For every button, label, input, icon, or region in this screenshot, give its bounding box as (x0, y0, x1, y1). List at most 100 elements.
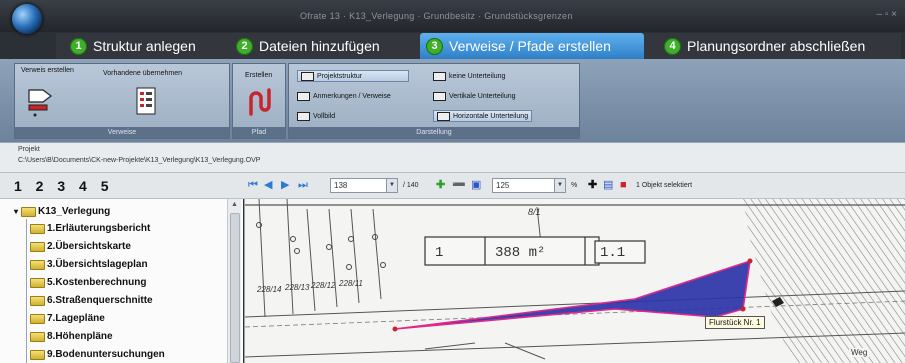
split-horizontal-button[interactable]: Horizontale Unterteilung (433, 110, 533, 122)
next-page-icon[interactable]: ▶ (281, 179, 289, 191)
split-icon (433, 91, 446, 101)
view-icon (301, 71, 314, 81)
step-number-badge: 3 (426, 37, 443, 55)
zoom-in-icon[interactable]: ✚ (436, 179, 445, 191)
create-path-label: Erstellen (245, 72, 273, 79)
page-total: / 140 (403, 182, 419, 189)
view-icon (297, 111, 310, 121)
ribbon: Verweis erstellen Vorhandene übernehmen … (0, 59, 905, 142)
view-projektstruktur-button[interactable]: Projektstruktur (297, 70, 409, 82)
folder-icon (30, 223, 45, 234)
view-vollbild-button[interactable]: Vollbild (297, 110, 335, 122)
step-number-badge: 4 (664, 37, 681, 55)
step-verweise-pfade-erstellen[interactable]: 3 Verweise / Pfade erstellen (420, 33, 644, 59)
folder-icon (30, 349, 45, 360)
project-tree: ▾ K13_Verlegung 1.Erläuterungsbericht 2.Ü… (0, 199, 243, 363)
button-label: Vertikale Unterteilung (449, 92, 516, 100)
list-icon (136, 87, 156, 115)
parcel-label: 228/11 (339, 279, 363, 288)
tree-node[interactable]: 8.Höhenpläne (30, 329, 113, 344)
project-label: Projekt (18, 146, 40, 153)
node-label: 6.Straßenquerschnitte (47, 295, 153, 306)
view-anmerkungen-button[interactable]: Anmerkungen / Verweise (297, 90, 391, 102)
ribbon-group-pfad: Erstellen Pfad (232, 63, 286, 139)
create-reference-button[interactable] (23, 80, 57, 118)
zoom-out-icon[interactable]: ➖ (452, 179, 466, 191)
step-label: Planungsordner abschließen (687, 38, 866, 54)
node-label: 3.Übersichtslageplan (47, 259, 148, 270)
wizard-steps: 1 Struktur anlegen 2 Dateien hinzufügen … (56, 33, 901, 59)
create-path-button[interactable] (245, 86, 275, 118)
zoom-fit-icon[interactable]: ▣ (471, 179, 481, 191)
collapse-arrow-icon[interactable]: ▾ (14, 207, 18, 216)
zoom-input[interactable]: 125 ▼ (492, 178, 566, 193)
dropdown-arrow-icon[interactable]: ▼ (554, 179, 565, 192)
window-controls[interactable]: – ▫ × (876, 9, 897, 20)
step-dateien-hinzufuegen[interactable]: 2 Dateien hinzufügen (230, 33, 410, 59)
split-icon (433, 71, 446, 81)
first-page-icon[interactable]: ⏮ (248, 179, 258, 191)
tree-scrollbar[interactable]: ▲ (227, 199, 241, 363)
step-label: Struktur anlegen (93, 38, 196, 54)
crosshair-icon[interactable]: ✚ (588, 179, 597, 191)
step-planungsordner-abschliessen[interactable]: 4 Planungsordner abschließen (658, 33, 898, 59)
split-none-button[interactable]: keine Unterteilung (433, 70, 505, 82)
node-label: 5.Kostenberechnung (47, 277, 147, 288)
folder-icon (30, 313, 45, 324)
tree-node[interactable]: 6.Straßenquerschnitte (30, 293, 153, 308)
split-vertical-button[interactable]: Vertikale Unterteilung (433, 90, 516, 102)
app-window: Ofrate 13 · K13_Verlegung · Grundbesitz … (0, 0, 905, 363)
page-number-value: 138 (334, 181, 348, 190)
button-label: Vollbild (313, 112, 336, 120)
take-existing-button[interactable] (133, 86, 159, 116)
folder-icon (21, 206, 37, 217)
folder-icon (30, 295, 45, 306)
tree-level-buttons[interactable]: 1 2 3 4 5 (14, 178, 114, 194)
group-caption: Darstellung (289, 127, 579, 138)
tree-node[interactable]: 7.Lagepläne (30, 311, 105, 326)
node-label: 9.Bodenuntersuchungen (47, 349, 165, 360)
parcel-reference: 1.1 (600, 245, 626, 261)
scroll-up-icon[interactable]: ▲ (231, 201, 238, 208)
tree-node[interactable]: 1.Erläuterungsbericht (30, 221, 150, 236)
button-label: Anmerkungen / Verweise (313, 92, 391, 100)
project-path: C:\Users\B\Documents\CK-new-Projekte\K13… (18, 157, 261, 164)
folder-icon (30, 241, 45, 252)
node-label: 8.Höhenpläne (47, 331, 113, 342)
node-label: 1.Erläuterungsbericht (47, 223, 151, 234)
previous-page-icon[interactable]: ◀ (264, 179, 272, 191)
page-number-input[interactable]: 138 ▼ (330, 178, 398, 193)
take-existing-label: Vorhandene übernehmen (103, 70, 183, 77)
folder-icon (30, 331, 45, 342)
step-struktur-anlegen[interactable]: 1 Struktur anlegen (64, 33, 222, 59)
parcel-area: 388 m² (495, 245, 546, 261)
parcel-tooltip: Flurstück Nr. 1 (705, 316, 765, 329)
parcel-number: 1 (435, 245, 444, 261)
node-label: 2.Übersichtskarte (47, 241, 131, 252)
tree-node[interactable]: 3.Übersichtslageplan (30, 257, 148, 272)
group-caption: Pfad (233, 127, 285, 138)
select-tool-icon[interactable]: ▤ (603, 179, 613, 191)
zoom-value: 125 (496, 181, 510, 190)
step-number-badge: 2 (236, 37, 253, 55)
view-icon (297, 91, 310, 101)
tree-node[interactable]: 9.Bodenuntersuchungen (30, 347, 165, 362)
tree-root-node[interactable]: ▾ K13_Verlegung (14, 204, 110, 219)
tree-node[interactable]: 5.Kostenberechnung (30, 275, 146, 290)
last-page-icon[interactable]: ⏭ (298, 179, 308, 191)
zoom-unit: % (571, 182, 578, 189)
step-number-badge: 1 (70, 37, 87, 55)
tree-node[interactable]: 2.Übersichtskarte (30, 239, 131, 254)
delete-marker-icon[interactable]: ■ (620, 179, 627, 191)
scrollbar-thumb[interactable] (230, 213, 240, 363)
ribbon-group-darstellung: Projektstruktur Anmerkungen / Verweise V… (288, 63, 580, 139)
drawing-canvas[interactable]: 1 388 m² 1.1 8/1 228/14 228/13 228/12 22… (244, 199, 905, 363)
dropdown-arrow-icon[interactable]: ▼ (386, 179, 397, 192)
button-label: Projektstruktur (317, 72, 363, 80)
group-caption: Verweise (15, 127, 229, 138)
folder-icon (30, 259, 45, 270)
split-icon (437, 111, 450, 121)
app-orb-icon[interactable] (12, 4, 42, 34)
parcel-fraction-label: 8/1 (528, 207, 541, 217)
button-label: keine Unterteilung (449, 72, 506, 80)
